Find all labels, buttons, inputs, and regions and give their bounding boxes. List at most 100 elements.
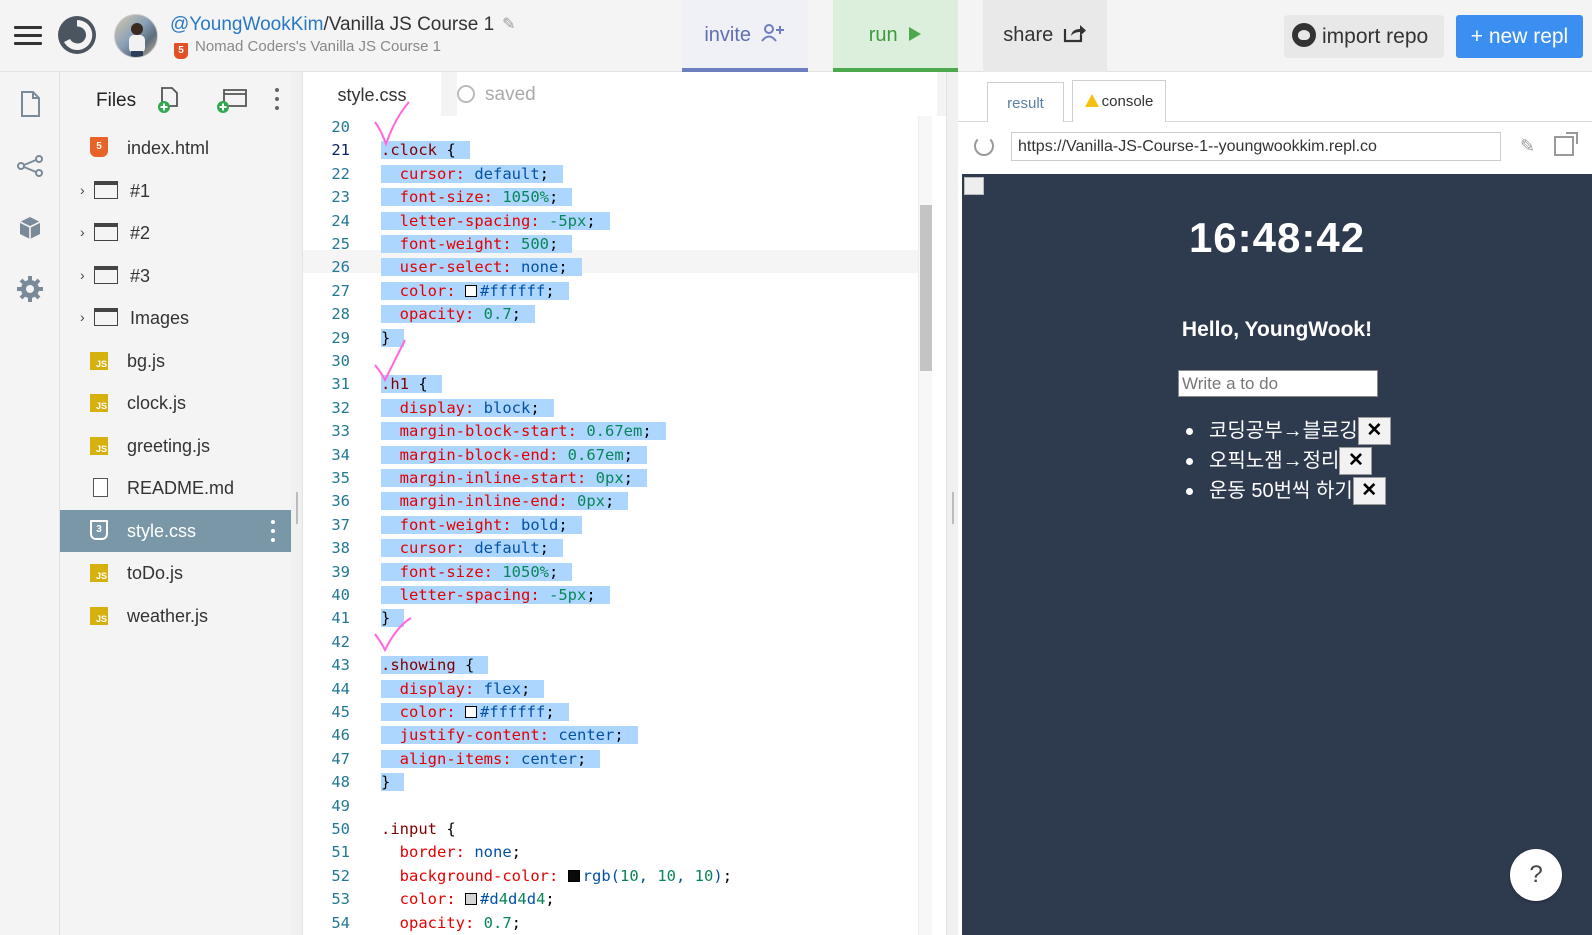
code-line[interactable]: 23 font-size: 1050%; xyxy=(303,186,931,209)
code-line[interactable]: 35 margin-inline-start: 0px; xyxy=(303,467,931,490)
file-item[interactable]: › Images xyxy=(60,297,291,340)
file-item[interactable]: JS greeting.js xyxy=(60,425,291,468)
code-line[interactable]: 53 color: #d4d4d4; xyxy=(303,888,931,911)
code-line[interactable]: 39 font-size: 1050%; xyxy=(303,561,931,584)
color-swatch[interactable] xyxy=(567,869,580,882)
delete-todo-button[interactable]: ✕ xyxy=(1339,447,1373,475)
url-field[interactable] xyxy=(1011,132,1501,161)
files-resize-handle[interactable] xyxy=(291,72,303,935)
invite-button[interactable]: invite xyxy=(682,0,808,72)
code-line[interactable]: 36 margin-inline-end: 0px; xyxy=(303,490,931,513)
share-button[interactable]: share xyxy=(983,0,1107,72)
play-icon xyxy=(909,27,922,41)
file-item[interactable]: › #1 xyxy=(60,170,291,213)
settings-gear-icon[interactable] xyxy=(16,275,44,303)
code-line[interactable]: 48} xyxy=(303,771,931,794)
file-item[interactable]: › #2 xyxy=(60,212,291,255)
color-swatch[interactable] xyxy=(465,284,478,297)
scrollbar-thumb[interactable] xyxy=(920,205,932,371)
editor-resize-handle[interactable] xyxy=(946,72,958,935)
delete-todo-button[interactable]: ✕ xyxy=(1357,417,1391,445)
code-line[interactable]: 31 .h1 { xyxy=(303,373,931,396)
code-text: border: none; xyxy=(399,843,522,862)
code-line[interactable]: 28 opacity: 0.7; xyxy=(303,303,931,326)
help-button[interactable]: ? xyxy=(1510,849,1562,901)
chevron-right-icon[interactable]: › xyxy=(80,267,85,283)
history-icon[interactable] xyxy=(457,85,475,103)
code-line[interactable]: 21 .clock { xyxy=(303,139,931,162)
owner-link[interactable]: @YoungWookKim xyxy=(170,14,323,35)
code-line[interactable]: 30 xyxy=(303,350,931,373)
code-line[interactable]: 41} xyxy=(303,607,931,630)
code-line[interactable]: 34 margin-block-end: 0.67em; xyxy=(303,444,931,467)
files-icon[interactable] xyxy=(16,90,44,118)
folder-icon xyxy=(94,180,118,199)
file-item[interactable]: JS clock.js xyxy=(60,382,291,425)
avatar[interactable] xyxy=(114,14,158,58)
code-line[interactable]: 44 display: flex; xyxy=(303,678,931,701)
delete-todo-button[interactable]: ✕ xyxy=(1352,477,1386,505)
tab-result[interactable]: result xyxy=(987,82,1064,123)
pencil-icon[interactable]: ✎ xyxy=(1520,136,1535,157)
tab-console[interactable]: console xyxy=(1072,80,1166,123)
file-item[interactable]: JS toDo.js xyxy=(60,552,291,595)
editor-scrollbar[interactable] xyxy=(918,116,932,935)
code-line[interactable]: 25 font-weight: 500; xyxy=(303,233,931,256)
code-line[interactable]: 20 xyxy=(303,116,931,139)
code-line[interactable]: 42 xyxy=(303,631,931,654)
replit-logo-icon[interactable] xyxy=(56,14,98,56)
file-item[interactable]: › #3 xyxy=(60,255,291,298)
file-item[interactable]: 5 index.html xyxy=(60,127,291,170)
import-repo-button[interactable]: import repo xyxy=(1284,15,1444,58)
console-label: console xyxy=(1101,93,1154,110)
todo-input[interactable] xyxy=(1178,370,1378,397)
repl-name[interactable]: Vanilla JS Course 1 xyxy=(329,14,494,35)
tab-style-css[interactable]: style.css xyxy=(303,72,441,116)
run-button[interactable]: run xyxy=(833,0,958,72)
code-line[interactable]: 49 xyxy=(303,795,931,818)
open-in-new-tab-icon[interactable] xyxy=(1554,132,1578,156)
code-line[interactable]: 27 color: #ffffff; xyxy=(303,280,931,303)
pencil-icon[interactable]: ✎ xyxy=(502,14,515,34)
code-line[interactable]: 32 display: block; xyxy=(303,397,931,420)
code-line[interactable]: 29} xyxy=(303,327,931,350)
code-line[interactable]: 24 letter-spacing: -5px; xyxy=(303,210,931,233)
code-area[interactable]: 20 21 .clock {22 cursor: default; 23 font-s… xyxy=(303,116,931,935)
file-item[interactable]: README.md xyxy=(60,467,291,510)
code-line[interactable]: 52 background-color: rgb(10, 10, 10); xyxy=(303,865,931,888)
chevron-right-icon[interactable]: › xyxy=(80,309,85,325)
code-line[interactable]: 47 align-items: center; xyxy=(303,748,931,771)
file-item[interactable]: JS weather.js xyxy=(60,595,291,638)
more-options-icon[interactable] xyxy=(270,518,276,544)
file-item[interactable]: JS bg.js xyxy=(60,340,291,383)
code-line[interactable]: 45 color: #ffffff; xyxy=(303,701,931,724)
code-line[interactable]: 26 user-select: none; xyxy=(303,256,931,279)
code-line[interactable]: 51 border: none; xyxy=(303,841,931,864)
version-control-icon[interactable] xyxy=(16,152,44,180)
add-file-icon[interactable] xyxy=(158,86,182,114)
code-line[interactable]: 50 .input { xyxy=(303,818,931,841)
code-line[interactable]: 54 opacity: 0.7; xyxy=(303,912,931,935)
code-line[interactable]: 37 font-weight: bold; xyxy=(303,514,931,537)
file-name: index.html xyxy=(127,138,210,158)
code-line[interactable]: 22 cursor: default; xyxy=(303,163,931,186)
add-folder-icon[interactable] xyxy=(216,86,248,114)
code-line[interactable]: 33 margin-block-start: 0.67em; xyxy=(303,420,931,443)
line-number: 52 xyxy=(331,866,350,885)
packages-icon[interactable] xyxy=(16,214,44,242)
new-repl-button[interactable]: + new repl xyxy=(1456,15,1583,58)
reload-icon[interactable] xyxy=(974,136,994,156)
menu-icon[interactable] xyxy=(14,24,42,46)
color-swatch[interactable] xyxy=(465,893,478,906)
file-name: toDo.js xyxy=(127,563,184,583)
code-line[interactable]: 46 justify-content: center; xyxy=(303,724,931,747)
code-line[interactable]: 38 cursor: default; xyxy=(303,537,931,560)
code-line[interactable]: 43 .showing { xyxy=(303,654,931,677)
chevron-right-icon[interactable]: › xyxy=(80,182,85,198)
code-line[interactable]: 40 letter-spacing: -5px; xyxy=(303,584,931,607)
color-swatch[interactable] xyxy=(465,706,478,718)
more-options-icon[interactable] xyxy=(274,86,280,112)
file-item[interactable]: 3 style.css xyxy=(60,509,291,552)
chevron-right-icon[interactable]: › xyxy=(80,224,85,240)
line-number: 26 xyxy=(331,258,350,277)
